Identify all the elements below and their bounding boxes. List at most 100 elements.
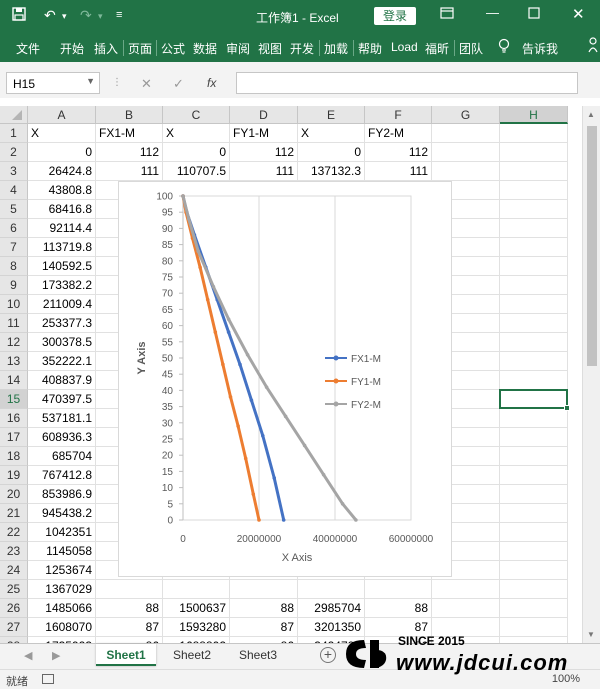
cell-f2[interactable]: 112: [365, 143, 432, 162]
tab-addins[interactable]: 加载: [324, 40, 348, 57]
fill-handle[interactable]: [564, 405, 570, 411]
column-header-e[interactable]: E: [298, 106, 365, 124]
cell-h3[interactable]: [500, 162, 568, 181]
cell-a10[interactable]: 211009.4: [28, 295, 96, 314]
row-header[interactable]: 19: [0, 466, 28, 485]
minimize-icon[interactable]: —: [486, 5, 499, 20]
row-header[interactable]: 18: [0, 447, 28, 466]
insert-function-icon[interactable]: fx: [207, 76, 216, 90]
cell-h8[interactable]: [500, 257, 568, 276]
tab-home[interactable]: 开始: [60, 40, 84, 57]
cell-h4[interactable]: [500, 181, 568, 200]
row-header[interactable]: 26: [0, 599, 28, 618]
ribbon-display-icon[interactable]: [440, 7, 454, 22]
sheet-prev-icon[interactable]: ◀: [24, 649, 32, 662]
cell-c25[interactable]: [163, 580, 230, 599]
cell-h17[interactable]: [500, 428, 568, 447]
row-header[interactable]: 16: [0, 409, 28, 428]
cell-a14[interactable]: 408837.9: [28, 371, 96, 390]
row-header[interactable]: 25: [0, 580, 28, 599]
tab-team[interactable]: 团队: [459, 40, 483, 57]
cell-g2[interactable]: [432, 143, 500, 162]
cell-h19[interactable]: [500, 466, 568, 485]
enter-icon[interactable]: ✓: [173, 76, 184, 92]
login-button[interactable]: 登录: [374, 7, 416, 25]
column-header-a[interactable]: A: [28, 106, 96, 124]
column-header-g[interactable]: G: [432, 106, 500, 124]
cell-c26[interactable]: 1500637: [163, 599, 230, 618]
cell-e25[interactable]: [298, 580, 365, 599]
row-header[interactable]: 5: [0, 200, 28, 219]
cell-a18[interactable]: 685704: [28, 447, 96, 466]
cell-h13[interactable]: [500, 352, 568, 371]
cell-h18[interactable]: [500, 447, 568, 466]
maximize-icon[interactable]: [528, 7, 540, 22]
tab-developer[interactable]: 开发: [290, 40, 314, 57]
row-header[interactable]: 4: [0, 181, 28, 200]
select-all-corner[interactable]: [0, 106, 28, 124]
cell-a20[interactable]: 853986.9: [28, 485, 96, 504]
cell-f3[interactable]: 111: [365, 162, 432, 181]
row-header[interactable]: 21: [0, 504, 28, 523]
row-header[interactable]: 24: [0, 561, 28, 580]
column-header-d[interactable]: D: [230, 106, 298, 124]
scroll-up-icon[interactable]: ▲: [587, 110, 595, 119]
cell-b26[interactable]: 88: [96, 599, 163, 618]
row-header[interactable]: 22: [0, 523, 28, 542]
cell-a6[interactable]: 92114.4: [28, 219, 96, 238]
macro-record-icon[interactable]: [42, 674, 54, 684]
cell-g26[interactable]: [432, 599, 500, 618]
scatter-chart[interactable]: 0 20000000 40000000 60000000 0 5 10 15 20 25 30 35 4…: [118, 181, 452, 577]
column-header-c[interactable]: C: [163, 106, 230, 124]
row-header[interactable]: 23: [0, 542, 28, 561]
tab-file[interactable]: 文件: [16, 40, 40, 57]
cell-h24[interactable]: [500, 561, 568, 580]
cell-a9[interactable]: 173382.2: [28, 276, 96, 295]
cell-a3[interactable]: 26424.8: [28, 162, 96, 181]
sheet-tab-sheet2[interactable]: Sheet2: [162, 644, 222, 666]
row-header[interactable]: 2: [0, 143, 28, 162]
undo-dropdown-icon[interactable]: ▾: [62, 11, 67, 22]
tab-page-layout[interactable]: 页面: [128, 40, 152, 57]
cell-h2[interactable]: [500, 143, 568, 162]
close-icon[interactable]: ✕: [572, 5, 585, 23]
sheet-tab-sheet3[interactable]: Sheet3: [228, 644, 288, 666]
cell-c2[interactable]: 0: [163, 143, 230, 162]
vertical-scrollbar[interactable]: ▲ ▼: [582, 106, 600, 643]
cell-h12[interactable]: [500, 333, 568, 352]
tab-data[interactable]: 数据: [193, 40, 217, 57]
cell-a26[interactable]: 1485066: [28, 599, 96, 618]
cell-h16[interactable]: [500, 409, 568, 428]
row-header[interactable]: 7: [0, 238, 28, 257]
cell-h6[interactable]: [500, 219, 568, 238]
cell-a17[interactable]: 608936.3: [28, 428, 96, 447]
scrollbar-thumb[interactable]: [587, 126, 597, 366]
save-icon[interactable]: [12, 7, 26, 24]
cell-a12[interactable]: 300378.5: [28, 333, 96, 352]
cell-h26[interactable]: [500, 599, 568, 618]
cell-d26[interactable]: 88: [230, 599, 298, 618]
cell-h14[interactable]: [500, 371, 568, 390]
cell-f26[interactable]: 88: [365, 599, 432, 618]
cell-d2[interactable]: 112: [230, 143, 298, 162]
row-header[interactable]: 20: [0, 485, 28, 504]
cell-f25[interactable]: [365, 580, 432, 599]
cell-e2[interactable]: 0: [298, 143, 365, 162]
name-box[interactable]: H15 ▼: [6, 72, 100, 94]
cell-a4[interactable]: 43808.8: [28, 181, 96, 200]
cell-g3[interactable]: [432, 162, 500, 181]
row-header[interactable]: 17: [0, 428, 28, 447]
column-header-h[interactable]: H: [500, 106, 568, 124]
tab-load[interactable]: Load: [391, 40, 418, 54]
row-header[interactable]: 9: [0, 276, 28, 295]
cell-b2[interactable]: 112: [96, 143, 163, 162]
cell-b3[interactable]: 111: [96, 162, 163, 181]
cell-a7[interactable]: 113719.8: [28, 238, 96, 257]
tab-review[interactable]: 审阅: [226, 40, 250, 57]
cell-d27[interactable]: 87: [230, 618, 298, 637]
cell-h5[interactable]: [500, 200, 568, 219]
cell-c3[interactable]: 110707.5: [163, 162, 230, 181]
cell-b1[interactable]: FX1-M: [96, 124, 163, 143]
cell-b25[interactable]: [96, 580, 163, 599]
cell-a22[interactable]: 1042351: [28, 523, 96, 542]
